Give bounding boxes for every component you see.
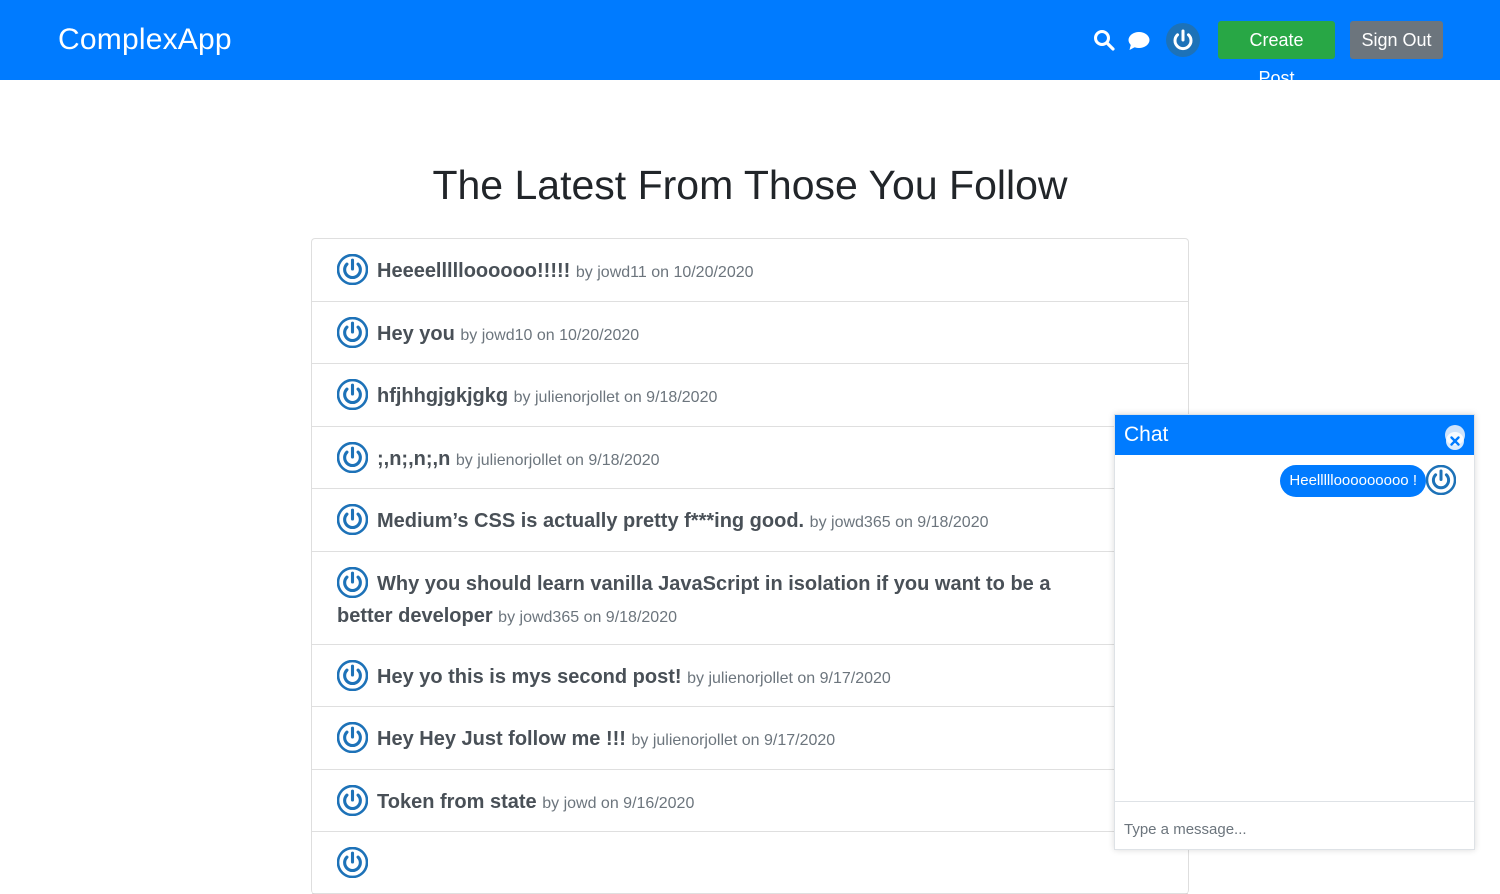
author-avatar: [336, 378, 369, 411]
author-avatar: [336, 721, 369, 754]
post-meta: by julienorjollet on 9/18/2020: [513, 389, 718, 406]
post-title: Token from state: [377, 791, 537, 813]
post-title: Medium’s CSS is actually pretty f***ing …: [377, 510, 805, 532]
post-list-item[interactable]: [312, 832, 1188, 894]
close-icon[interactable]: [1445, 425, 1465, 450]
page-title: The Latest From Those You Follow: [432, 162, 1068, 208]
post-list-item[interactable]: Token from state by jowd on 9/16/2020: [312, 770, 1188, 832]
chat-message-avatar: [1425, 464, 1457, 496]
post-meta: by julienorjollet on 9/18/2020: [455, 452, 660, 469]
create-post-button[interactable]: Create Post: [1218, 21, 1335, 88]
post-meta: by jowd11 on 10/20/2020: [575, 264, 754, 281]
top-navbar: ComplexApp Create Post Sign Out: [0, 0, 1500, 88]
post-title: Why you should learn vanilla JavaScript …: [337, 573, 1051, 628]
post-title: Hey you: [377, 323, 455, 345]
post-meta: by jowd10 on 10/20/2020: [460, 327, 640, 344]
post-title: hfjhhgjgkjgkg: [377, 385, 509, 407]
sign-out-button[interactable]: Sign Out: [1350, 21, 1443, 59]
user-avatar[interactable]: [1166, 23, 1200, 57]
post-feed-list: Heeeellllloooooo!!!!! by jowd11 on 10/20…: [311, 238, 1189, 894]
chat-panel: Chat Heelllllooooooooo !: [1114, 414, 1475, 850]
post-list-item[interactable]: Hey Hey Just follow me !!! by julienorjo…: [312, 707, 1188, 770]
post-list-item[interactable]: ;,n;,n;,n by julienorjollet on 9/18/2020: [312, 427, 1188, 489]
chat-message-input[interactable]: [1115, 801, 1474, 849]
author-avatar: [336, 566, 369, 599]
post-meta: by jowd on 9/16/2020: [542, 795, 695, 812]
author-avatar: [336, 846, 369, 879]
author-avatar: [336, 503, 369, 536]
chat-header: Chat: [1115, 415, 1474, 455]
post-list-item[interactable]: Heeeellllloooooo!!!!! by jowd11 on 10/20…: [312, 239, 1188, 302]
author-avatar: [336, 784, 369, 817]
post-meta: by julienorjollet on 9/17/2020: [631, 732, 836, 749]
post-list-item[interactable]: Medium’s CSS is actually pretty f***ing …: [312, 489, 1188, 552]
post-meta: by jowd365 on 9/18/2020: [498, 609, 677, 627]
post-list-item[interactable]: Hey you by jowd10 on 10/20/2020: [312, 302, 1188, 364]
post-list-item[interactable]: Hey yo this is mys second post! by julie…: [312, 645, 1188, 707]
author-avatar: [336, 253, 369, 286]
search-icon[interactable]: [1092, 28, 1116, 52]
post-title: Hey yo this is mys second post!: [377, 666, 682, 688]
post-list-item[interactable]: Why you should learn vanilla JavaScript …: [312, 552, 1188, 645]
post-title: ;,n;,n;,n: [377, 448, 451, 470]
chat-title: Chat: [1124, 423, 1169, 446]
post-meta: by julienorjollet on 9/17/2020: [687, 670, 891, 687]
post-meta: by jowd365 on 9/18/2020: [809, 514, 989, 531]
author-avatar: [336, 441, 369, 474]
chat-icon[interactable]: [1127, 29, 1151, 53]
post-title: Hey Hey Just follow me !!!: [377, 728, 626, 750]
author-avatar: [336, 316, 369, 349]
author-avatar: [336, 659, 369, 692]
post-list-item[interactable]: hfjhhgjgkjgkg by julienorjollet on 9/18/…: [312, 364, 1188, 427]
brand-logo[interactable]: ComplexApp: [58, 22, 232, 58]
post-title: Heeeellllloooooo!!!!!: [377, 260, 571, 282]
chat-message-bubble: Heelllllooooooooo !: [1280, 465, 1426, 497]
